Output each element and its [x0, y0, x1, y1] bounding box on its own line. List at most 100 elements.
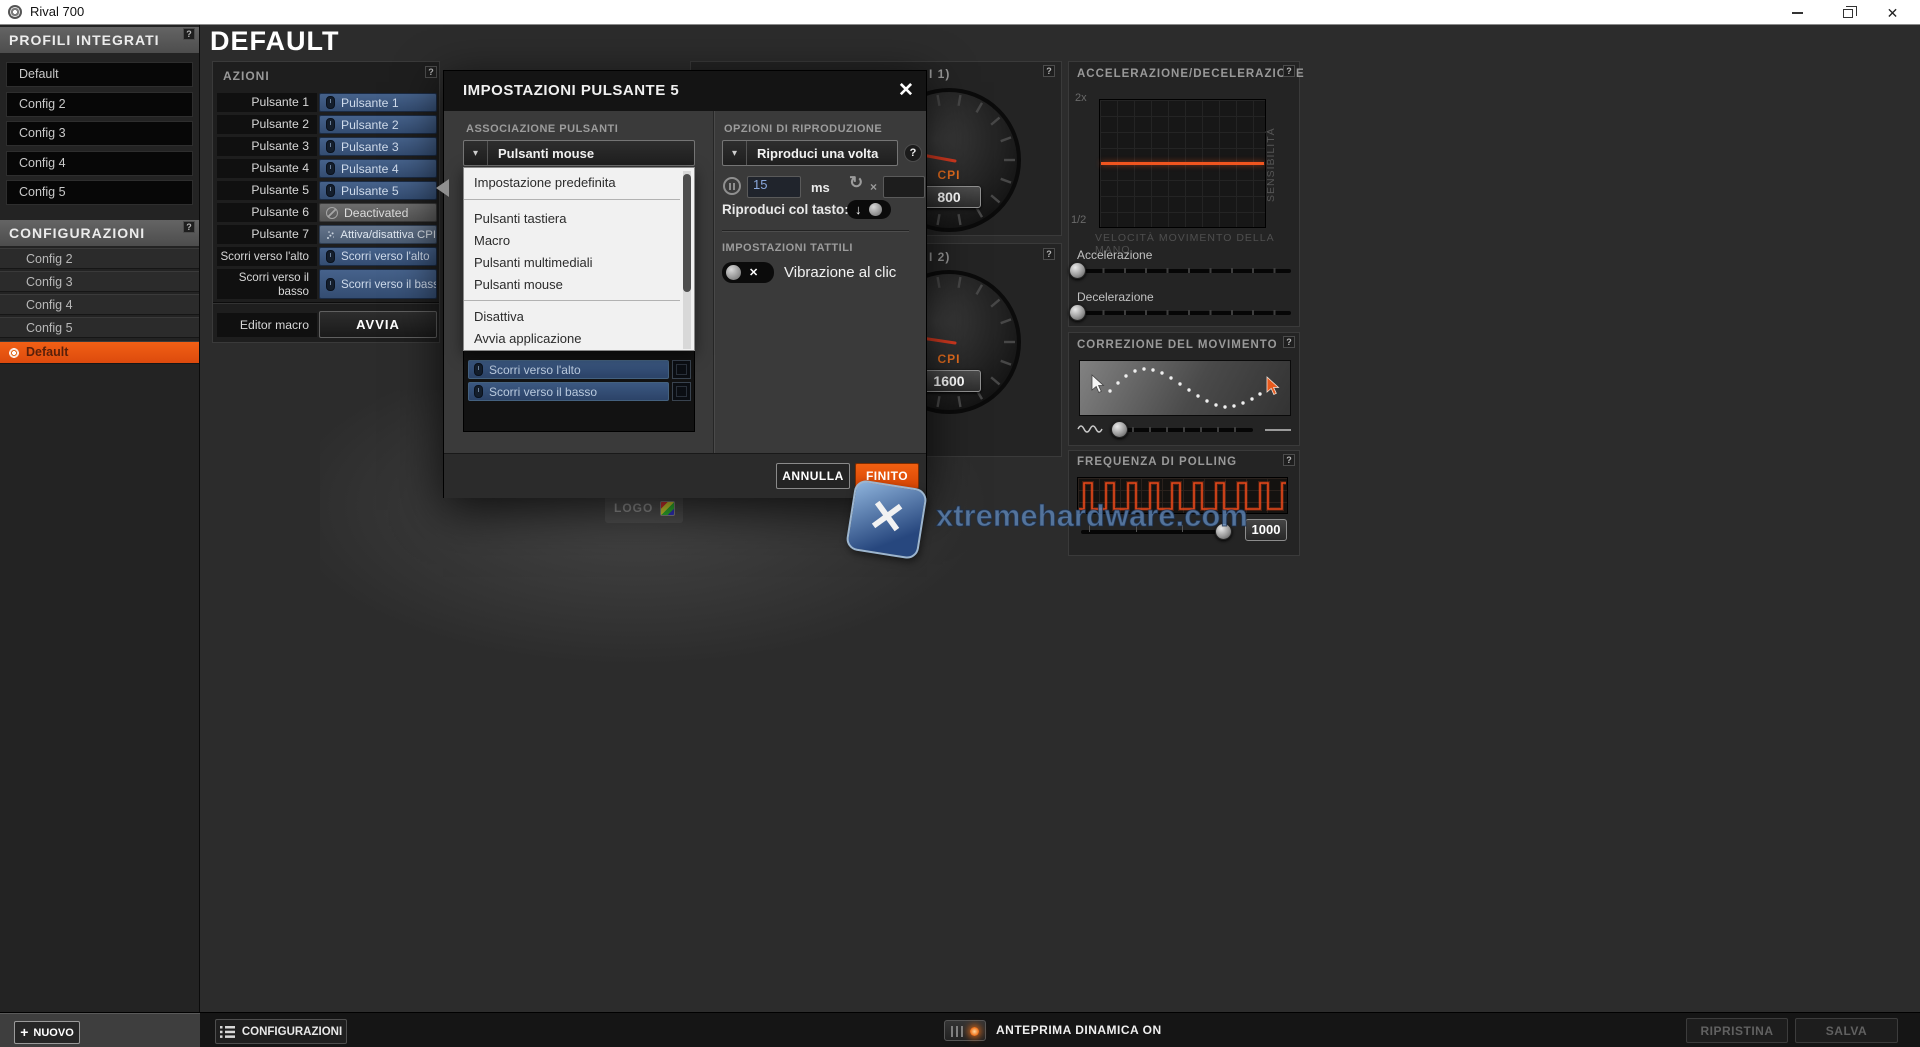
watermark-x-logo: ✕: [845, 479, 928, 561]
association-dropdown[interactable]: ▾ Pulsanti mouse: [463, 140, 695, 166]
action-button-pulsante4[interactable]: Pulsante 4: [319, 159, 437, 178]
menu-item-keyboard[interactable]: Pulsanti tastiera: [464, 210, 680, 228]
sidebar-footer: + NUOVO: [0, 1013, 200, 1047]
menu-scrollbar[interactable]: [683, 171, 691, 349]
y-min-label: 1/2: [1071, 214, 1086, 226]
correction-help-icon[interactable]: ?: [1283, 336, 1295, 348]
scroll-down-checkbox[interactable]: [672, 382, 691, 401]
polling-header: FREQUENZA DI POLLING: [1077, 456, 1237, 468]
action-button-pulsante3[interactable]: Pulsante 3: [319, 137, 437, 156]
toggle-on-light: [970, 1027, 979, 1036]
profile-item-config4[interactable]: Config 4: [6, 151, 193, 176]
polling-value[interactable]: 1000: [1245, 519, 1287, 541]
scroll-up-checkbox[interactable]: [672, 360, 691, 379]
toggle-bars-icon: [951, 1026, 963, 1037]
action-button-pulsante2[interactable]: Pulsante 2: [319, 115, 437, 134]
macro-start-button[interactable]: AVVIA: [319, 311, 437, 338]
playback-dropdown[interactable]: ▾ Riproduci una volta: [722, 140, 898, 166]
modal-column-divider: [713, 111, 714, 453]
configs-help-icon[interactable]: ?: [183, 221, 195, 233]
delay-ms-input[interactable]: 15: [747, 176, 801, 198]
close-window-icon: ✕: [1887, 6, 1899, 20]
menu-item-macro[interactable]: Macro: [464, 232, 680, 250]
mouse-icon: [326, 96, 335, 109]
deceleration-slider-label: Decelerazione: [1077, 290, 1154, 304]
menu-item-default[interactable]: Impostazione predefinita: [464, 174, 680, 192]
profile-item-config3[interactable]: Config 3: [6, 121, 193, 146]
actions-help-icon[interactable]: ?: [425, 66, 437, 78]
playback-help-icon[interactable]: ?: [904, 144, 922, 162]
play-key-toggle[interactable]: ↓: [847, 200, 891, 219]
slider-ticks: [1081, 310, 1289, 315]
profile-item-config2[interactable]: Config 2: [6, 92, 193, 117]
config-item-config2[interactable]: Config 2: [0, 248, 199, 269]
white-cursor-icon: [1092, 375, 1104, 393]
correction-path-illustration: [1080, 361, 1292, 417]
play-key-label: Riproduci col tasto:: [722, 202, 849, 217]
action-button-pulsante6-deactivated[interactable]: Deactivated: [319, 203, 437, 222]
cancel-button[interactable]: ANNULLA: [776, 463, 850, 489]
menu-item-multimedia[interactable]: Pulsanti multimediali: [464, 254, 680, 272]
config-item-config3[interactable]: Config 3: [0, 271, 199, 292]
cpi2-header-fragment: I 2): [929, 250, 950, 264]
new-profile-button[interactable]: + NUOVO: [14, 1021, 80, 1044]
profiles-help-icon[interactable]: ?: [183, 28, 195, 40]
configurations-button[interactable]: CONFIGURAZIONI: [215, 1019, 347, 1044]
cpi2-help-icon[interactable]: ?: [1043, 248, 1055, 260]
cpi1-help-icon[interactable]: ?: [1043, 65, 1055, 77]
profile-item-config5[interactable]: Config 5: [6, 180, 193, 205]
action-button-scroll-up[interactable]: Scorri verso l'alto: [319, 247, 437, 266]
straight-line-icon: [1265, 429, 1291, 431]
profile-item-default[interactable]: Default: [6, 62, 193, 87]
action-button-pulsante5[interactable]: Pulsante 5: [319, 181, 437, 200]
listbox-row-scroll-up[interactable]: Scorri verso l'alto: [468, 360, 669, 379]
sensitivity-curve: [1101, 162, 1264, 165]
page-title: DEFAULT: [210, 26, 340, 57]
cpi2-unit-label: CPI: [921, 352, 977, 366]
minimize-button[interactable]: [1775, 0, 1820, 25]
close-window-button[interactable]: ✕: [1870, 0, 1915, 25]
config-item-config5[interactable]: Config 5: [0, 317, 199, 338]
active-config-icon: [9, 348, 19, 358]
correction-slider-knob[interactable]: [1111, 421, 1128, 438]
polling-help-icon[interactable]: ?: [1283, 454, 1295, 466]
config-item-default-active[interactable]: Default: [0, 341, 199, 364]
menu-item-disable[interactable]: Disattiva: [464, 308, 680, 326]
action-button-pulsante1[interactable]: Pulsante 1: [319, 93, 437, 112]
cpi1-unit-label: CPI: [921, 168, 977, 182]
vibration-toggle[interactable]: ✕: [722, 262, 774, 283]
action-label: Pulsante 2: [217, 115, 317, 134]
y-max-label: 2x: [1075, 92, 1087, 104]
macro-label: Editor macro: [217, 313, 317, 337]
modal-close-button[interactable]: ✕: [894, 79, 918, 103]
restore-button[interactable]: RIPRISTINA: [1686, 1018, 1788, 1043]
maximize-button[interactable]: [1825, 0, 1870, 25]
toggle-off-x-icon: ✕: [749, 266, 758, 279]
acceleration-slider-knob[interactable]: [1069, 262, 1086, 279]
menu-scrollbar-thumb[interactable]: [683, 174, 691, 292]
config-item-config4[interactable]: Config 4: [0, 294, 199, 315]
sensitivity-graph: [1099, 99, 1266, 228]
chevron-down-icon: ▾: [464, 141, 488, 165]
acceleration-help-icon[interactable]: ?: [1283, 65, 1295, 77]
dynamic-preview-toggle[interactable]: [944, 1020, 986, 1041]
action-label: Scorri verso il basso: [217, 269, 317, 299]
menu-item-launch-app[interactable]: Avvia applicazione: [464, 330, 680, 348]
acceleration-header: ACCELERAZIONE/DECELERAZIONE: [1077, 68, 1305, 80]
menu-item-mouse[interactable]: Pulsanti mouse: [464, 276, 680, 294]
playback-section-label: OPZIONI DI RIPRODUZIONE: [724, 123, 882, 135]
repeat-count-input[interactable]: [883, 176, 925, 198]
menu-separator: [464, 300, 680, 301]
action-button-pulsante7-cpi[interactable]: Attiva/disattiva CPI: [319, 225, 437, 244]
mouse-icon: [326, 250, 335, 263]
dynamic-preview-label: ANTEPRIMA DINAMICA ON: [996, 1023, 1162, 1037]
minimize-icon: [1792, 12, 1803, 14]
save-button[interactable]: SALVA: [1795, 1018, 1898, 1043]
action-button-scroll-down[interactable]: Scorri verso il basso: [319, 269, 437, 299]
deceleration-slider-knob[interactable]: [1069, 304, 1086, 321]
correction-panel: CORREZIONE DEL MOVIMENTO ?: [1068, 332, 1300, 446]
toggle-knob: [869, 203, 882, 216]
slider-ticks: [1081, 268, 1289, 273]
listbox-row-scroll-down[interactable]: Scorri verso il basso: [468, 382, 669, 401]
correction-preview: [1079, 360, 1291, 416]
